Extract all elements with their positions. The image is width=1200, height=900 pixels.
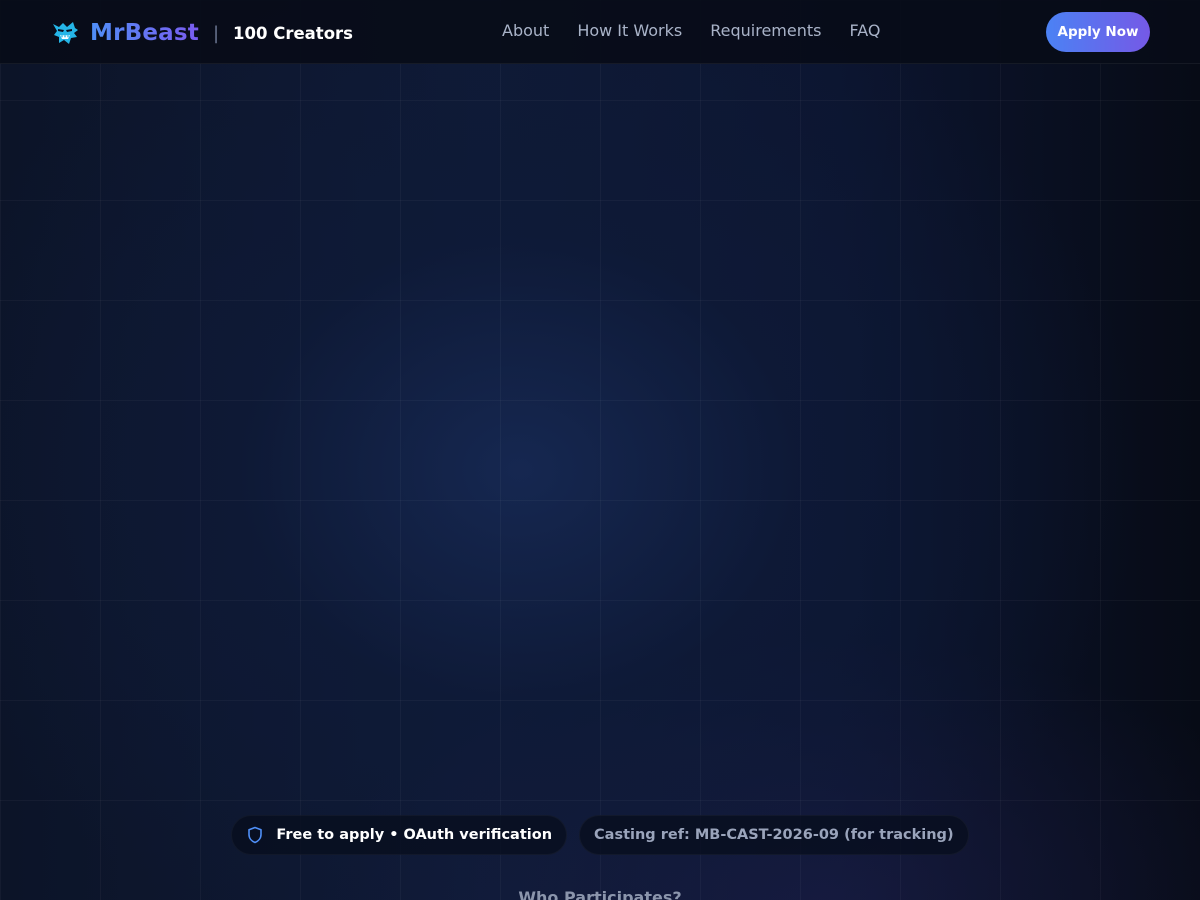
top-navbar: MrBeast | 100 Creators About How It Work… [0,0,1200,64]
next-section-title: Who Participates? [518,888,682,900]
shield-icon [248,826,263,844]
nav-links: About How It Works Requirements FAQ [502,21,880,40]
casting-ref-text: Casting ref: MB-CAST-2026-09 (for tracki… [594,827,954,843]
apply-now-button[interactable]: Apply Now [1046,12,1150,52]
background-grid [0,0,1200,900]
brand[interactable]: MrBeast | 100 Creators [50,15,353,51]
brand-subtitle: 100 Creators [233,23,353,43]
page: MrBeast | 100 Creators About How It Work… [0,0,1200,900]
hero-badges: Free to apply • OAuth verification Casti… [0,815,1200,855]
free-to-apply-text: Free to apply • OAuth verification [276,827,553,843]
nav-link-about[interactable]: About [502,21,549,40]
nav-link-how-it-works[interactable]: How It Works [577,21,682,40]
nav-link-requirements[interactable]: Requirements [710,21,821,40]
nav-link-faq[interactable]: FAQ [849,21,880,40]
brand-name: MrBeast [90,20,199,46]
brand-separator: | [212,22,220,44]
beast-logo-icon [53,22,78,44]
free-to-apply-badge: Free to apply • OAuth verification [231,815,568,855]
casting-ref-badge: Casting ref: MB-CAST-2026-09 (for tracki… [579,815,969,855]
